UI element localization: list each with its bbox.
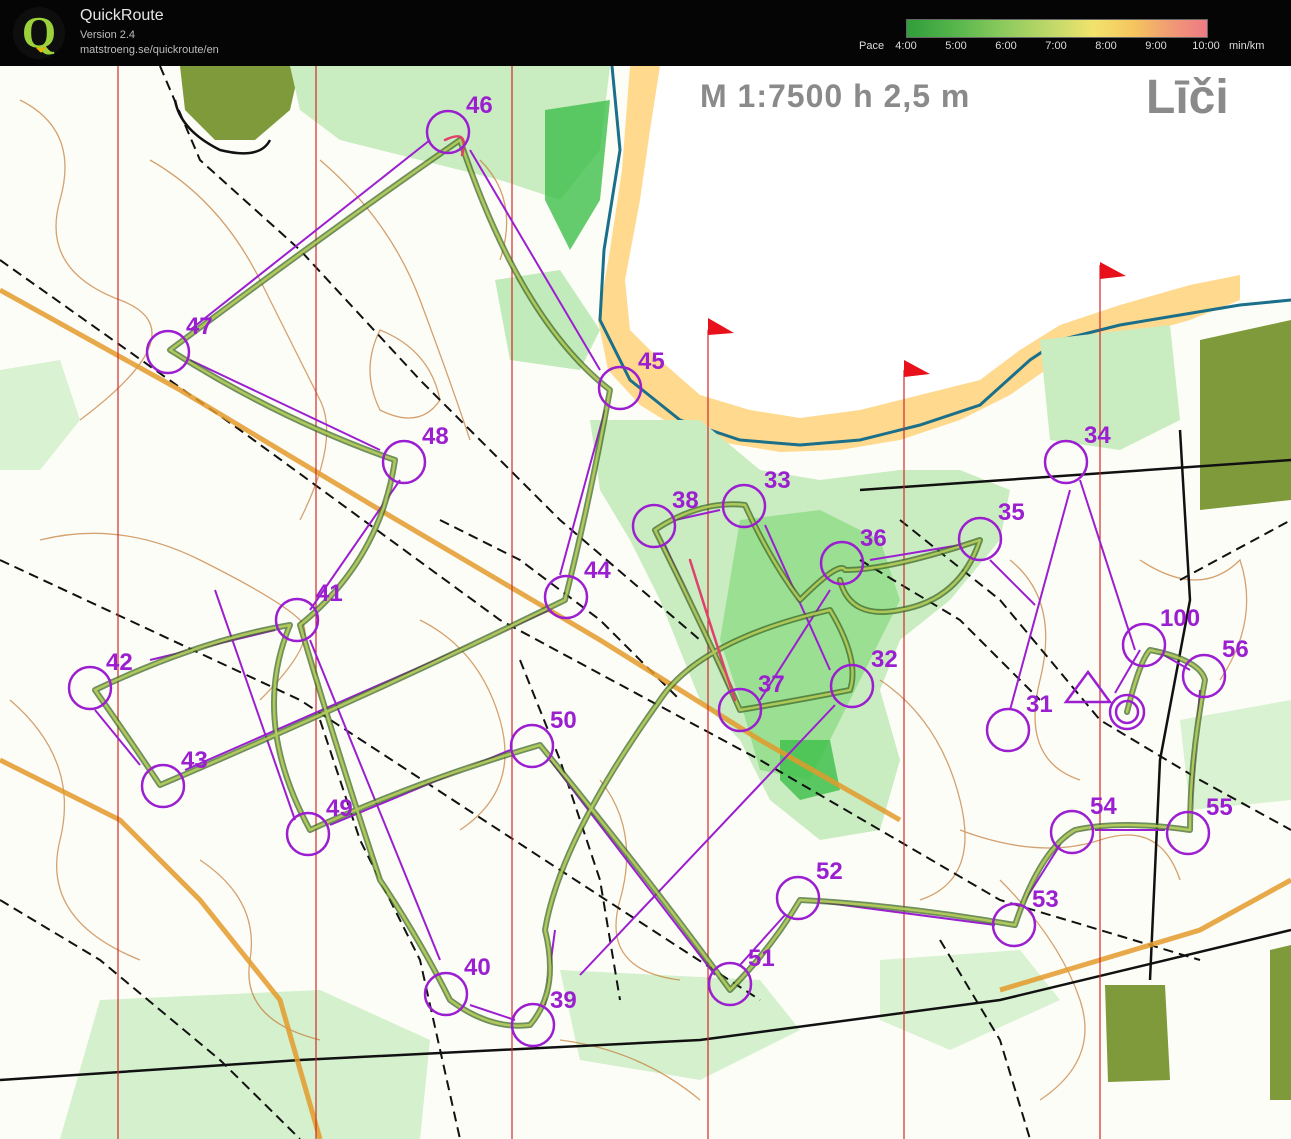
pace-unit: min/km [1229,40,1265,52]
control-number: 44 [584,557,611,584]
control-number: 54 [1090,793,1117,820]
settlement-area [1200,320,1291,510]
control-number: 48 [422,423,449,450]
svg-text:⌄: ⌄ [33,35,50,57]
quickroute-logo-icon: Q ⌄ [13,7,65,59]
control-number: 37 [758,671,785,698]
control-number: 45 [638,348,665,375]
control-number: 51 [748,945,775,972]
control-number: 33 [764,467,791,494]
pace-tick: 8:00 [1095,40,1117,52]
app-header: Q ⌄ QuickRoute Version 2.4 matstroeng.se… [0,0,1291,66]
control-number: 52 [816,858,843,885]
orienteering-map[interactable]: 31 32 33 34 35 36 37 38 39 40 41 42 43 4… [0,66,1291,1139]
control-number: 55 [1206,794,1233,821]
control-number: 50 [550,707,577,734]
control-number: 53 [1032,886,1059,913]
map-scale-label: M 1:7500 h 2,5 m [700,78,971,114]
pace-tick: 7:00 [1045,40,1067,52]
control-number: 56 [1222,636,1249,663]
control-number: 49 [326,795,353,822]
control-number: 40 [464,954,491,981]
map-place-name: Līči [1146,71,1229,124]
pace-tick: 6:00 [995,40,1017,52]
app-name: QuickRoute [80,7,164,24]
control-number: 31 [1026,691,1053,718]
control-number: 35 [998,499,1025,526]
control-number: 100 [1160,605,1200,632]
control-number: 39 [550,987,577,1014]
control-number: 41 [316,580,343,607]
control-number: 36 [860,525,887,552]
pace-color-scale [906,19,1208,38]
app-url[interactable]: matstroeng.se/quickroute/en [80,44,219,56]
settlement-area [1105,985,1170,1082]
app-version: Version 2.4 [80,29,136,41]
pace-tick: 10:00 [1192,40,1220,52]
control-number: 42 [106,649,133,676]
control-number: 43 [181,747,208,774]
control-number: 34 [1084,422,1111,449]
pace-tick: 4:00 [895,40,917,52]
control-number: 38 [672,487,699,514]
map-canvas[interactable]: 31 32 33 34 35 36 37 38 39 40 41 42 43 4… [0,66,1291,1139]
control-number: 32 [871,646,898,673]
control-number: 46 [466,92,493,119]
pace-label: Pace [859,40,885,52]
pace-tick: 9:00 [1145,40,1167,52]
settlement-area [1270,945,1291,1100]
control-number: 47 [186,313,213,340]
pace-tick: 5:00 [945,40,967,52]
